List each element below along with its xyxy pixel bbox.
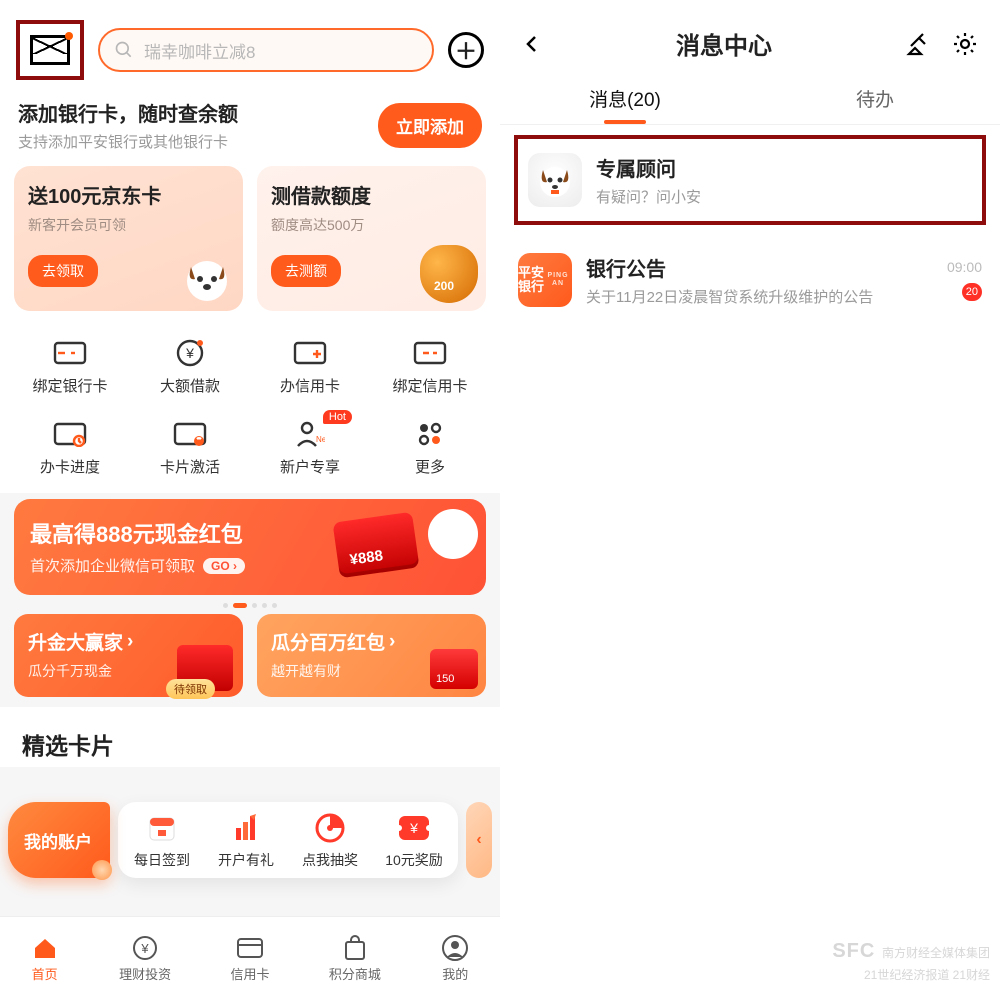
chevron-right-icon: › — [389, 631, 395, 653]
banner-dots — [0, 601, 500, 614]
promo-sub: 额度高达500万 — [271, 215, 472, 235]
chevron-right-icon: › — [127, 631, 133, 653]
message-sub: 有疑问？问小安 — [596, 186, 972, 207]
advisor-avatar — [528, 153, 582, 207]
main-banner[interactable]: 最高得888元现金红包 首次添加企业微信可领取GO › — [14, 499, 486, 595]
page-title: 消息中心 — [676, 26, 772, 61]
shortcut-reward[interactable]: ¥10元奖励 — [372, 810, 456, 870]
message-title: 专属顾问 — [596, 153, 972, 182]
watermark: SFC 南方财经全媒体集团 21世纪经济报道 21财经 — [832, 936, 990, 984]
nav-bind-bank[interactable]: 绑定银行卡 — [10, 339, 130, 396]
tab-home[interactable]: 首页 — [30, 935, 60, 983]
small-banner-split[interactable]: 瓜分百万红包 › 越开越有财 — [257, 614, 486, 697]
svg-text:¥: ¥ — [185, 345, 194, 361]
tab-todo[interactable]: 待办 — [750, 71, 1000, 124]
clean-icon[interactable] — [906, 31, 932, 57]
nav-new-user[interactable]: HotNew新户专享 — [250, 420, 370, 477]
mail-highlight-box — [16, 20, 84, 80]
tab-invest[interactable]: ¥理财投资 — [119, 935, 171, 983]
search-placeholder: 瑞幸咖啡立减8 — [144, 38, 255, 63]
small-banner-gold[interactable]: 升金大赢家 › 瓜分千万现金 待领取 — [14, 614, 243, 697]
search-input[interactable]: 瑞幸咖啡立减8 — [98, 28, 434, 72]
shortcut-lottery[interactable]: 点我抽奖 — [288, 810, 372, 870]
message-bank-notice[interactable]: 平安 银行PING AN 银行公告 关于11月22日凌晨智贷系统升级维护的公告 … — [500, 237, 1000, 323]
red-envelope-icon — [332, 512, 419, 579]
shortcut-open-gift[interactable]: 开户有礼 — [204, 810, 288, 870]
promo-button[interactable]: 去测额 — [271, 255, 341, 287]
nav-card-activate[interactable]: 卡片激活 — [130, 420, 250, 477]
section-title: 精选卡片 — [0, 707, 500, 767]
settings-icon[interactable] — [952, 31, 978, 57]
message-title: 银行公告 — [586, 253, 933, 282]
shortcut-bar: 我的账户 每日签到 开户有礼 点我抽奖 ¥10元奖励 ‹ — [8, 802, 492, 878]
tab-mall[interactable]: 积分商城 — [329, 935, 381, 983]
addcard-button[interactable]: 立即添加 — [378, 103, 482, 148]
mail-icon[interactable] — [30, 35, 70, 65]
hot-badge: Hot — [323, 410, 352, 424]
nav-more[interactable]: 更多 — [370, 420, 490, 477]
message-time: 09:00 — [947, 259, 982, 275]
promo-sub: 新客开会员可领 — [28, 215, 229, 235]
quick-nav-grid: 绑定银行卡 ¥大额借款 办信用卡 绑定信用卡 办卡进度 卡片激活 HotNew新… — [0, 321, 500, 493]
mascot-icon — [177, 247, 237, 307]
nav-apply-credit[interactable]: 办信用卡 — [250, 339, 370, 396]
red-envelope-icon — [430, 649, 478, 689]
promo-card-loan[interactable]: 测借款额度 额度高达500万 去测额 — [257, 166, 486, 311]
tab-credit[interactable]: 信用卡 — [230, 935, 269, 983]
promo-title: 送100元京东卡 — [28, 180, 229, 209]
my-account-button[interactable]: 我的账户 — [8, 802, 110, 878]
svg-text:New: New — [316, 435, 325, 444]
back-button[interactable] — [522, 34, 542, 54]
message-advisor[interactable]: 专属顾问 有疑问？问小安 — [514, 135, 986, 225]
nav-big-loan[interactable]: ¥大额借款 — [130, 339, 250, 396]
tab-messages[interactable]: 消息(20) — [500, 71, 750, 124]
promo-title: 测借款额度 — [271, 180, 472, 209]
shortcut-checkin[interactable]: 每日签到 — [120, 810, 204, 870]
add-button[interactable]: ＋ — [448, 32, 484, 68]
tab-me[interactable]: 我的 — [440, 935, 470, 983]
coin-bag-icon — [420, 245, 478, 303]
promo-button[interactable]: 去领取 — [28, 255, 98, 287]
go-chip[interactable]: GO › — [203, 558, 245, 574]
addcard-title: 添加银行卡，随时查余额 — [18, 98, 238, 127]
nav-bind-credit[interactable]: 绑定信用卡 — [370, 339, 490, 396]
addcard-sub: 支持添加平安银行或其他银行卡 — [18, 131, 238, 152]
message-sub: 关于11月22日凌晨智贷系统升级维护的公告 — [586, 286, 933, 307]
search-icon — [114, 40, 134, 60]
nav-card-progress[interactable]: 办卡进度 — [10, 420, 130, 477]
promo-card-jd[interactable]: 送100元京东卡 新客开会员可领 去领取 — [14, 166, 243, 311]
banner-sub: 首次添加企业微信可领取 — [30, 555, 195, 576]
svg-text:¥: ¥ — [409, 820, 418, 836]
shortcut-more[interactable]: ‹ — [466, 802, 492, 878]
pending-tag: 待领取 — [166, 679, 215, 699]
svg-text:¥: ¥ — [140, 941, 149, 956]
unread-badge: 20 — [962, 283, 982, 301]
bank-avatar: 平安 银行PING AN — [518, 253, 572, 307]
mascot-icon — [428, 509, 478, 559]
bottom-tabbar: 首页 ¥理财投资 信用卡 积分商城 我的 — [0, 916, 500, 1000]
